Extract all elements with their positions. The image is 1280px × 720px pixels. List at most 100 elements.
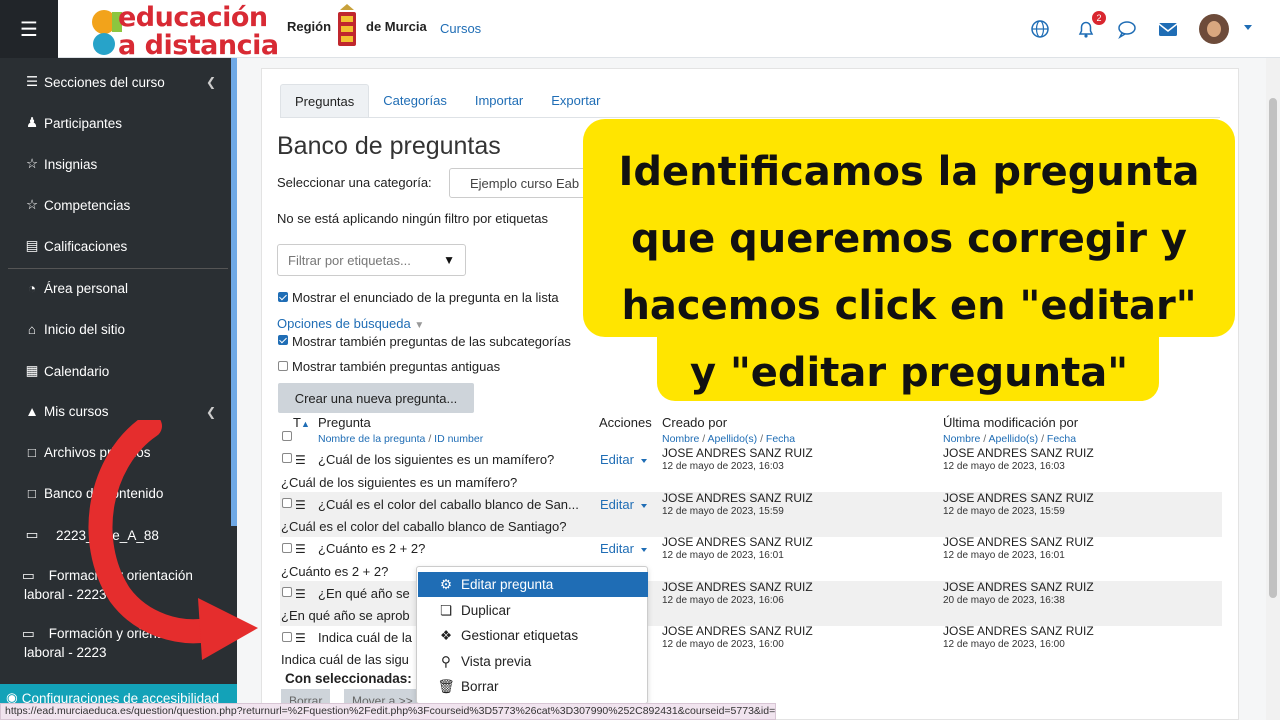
show-subcategories-checkbox[interactable] (278, 335, 288, 345)
calendar-icon: ▦ (25, 363, 39, 378)
sidebar-item-sections[interactable]: ☰ Secciones del curso (22, 74, 227, 90)
row-checkbox[interactable] (282, 453, 292, 463)
question-text: ¿Cuál de los siguientes es un mamífero? (281, 475, 518, 490)
badge-icon: ☆ (25, 156, 39, 171)
callout-line4: y "editar pregunta" (689, 350, 1129, 396)
sidebar-item-site-home[interactable]: ⌂ Inicio del sitio (22, 322, 227, 337)
menu-item-duplicate[interactable]: ❏ Duplicar (418, 598, 648, 623)
menu-item-delete[interactable]: 🗑 Borrar (418, 674, 648, 699)
chevron-left-icon[interactable]: ❮ (206, 405, 216, 419)
created-by[interactable]: JOSE ANDRES SANZ RUIZ (662, 535, 813, 549)
sidebar-item-dashboard[interactable]: ◔ Área personal (22, 281, 227, 296)
row-checkbox[interactable] (282, 543, 292, 553)
sidebar-item-course-1[interactable]: ▭ 2223_...ne_A_88 (22, 527, 227, 543)
top-navbar: ☰ educación a distancia Región de Murcia… (0, 0, 1280, 61)
created-on: 12 de mayo de 2023, 16:01 (662, 550, 784, 561)
sidebar-item-private-files[interactable]: □ Archivos privados (22, 445, 227, 460)
trash-icon: 🗑 (437, 678, 455, 694)
sidebar-item-course-2[interactable]: ▭ Formación y orientación laboral - 2223 (22, 566, 227, 604)
question-name: ¿Cuál es el color del caballo blanco de … (318, 497, 579, 512)
created-by[interactable]: JOSE ANDRES SANZ RUIZ (662, 446, 813, 460)
tab-export[interactable]: Exportar (537, 84, 614, 117)
question-text: Indica cuál de las sigu (281, 652, 409, 667)
mail-envelope-icon[interactable] (1157, 18, 1179, 40)
sidebar-item-content-bank[interactable]: □ Banco de contenido (22, 486, 227, 501)
sidebar-item-badges[interactable]: ☆ Insignias (22, 156, 227, 172)
sidebar-item-competencies[interactable]: ☆ Competencias (22, 197, 227, 213)
col-type-header[interactable]: T▲ (293, 415, 310, 430)
sidebar-scrollbar[interactable] (231, 58, 237, 526)
folder-icon: ▭ (25, 527, 39, 542)
modified-by[interactable]: JOSE ANDRES SANZ RUIZ (943, 491, 1094, 505)
logo-line2: a distancia (118, 30, 279, 61)
search-options-toggle[interactable]: Opciones de búsqueda ▼ (277, 316, 424, 331)
create-question-button[interactable]: Crear una nueva pregunta... (278, 383, 474, 413)
site-logo[interactable]: educación a distancia (90, 2, 280, 61)
hamburger-menu-icon[interactable]: ☰ (0, 0, 58, 58)
tab-categories[interactable]: Categorías (369, 84, 461, 117)
created-by[interactable]: JOSE ANDRES SANZ RUIZ (662, 624, 813, 638)
logo-line1: educación (118, 2, 268, 33)
sort-modified-links[interactable]: Nombre / Apellido(s) / Fecha (943, 433, 1076, 445)
tab-import[interactable]: Importar (461, 84, 537, 117)
language-globe-icon[interactable] (1029, 18, 1051, 40)
callout-line3: hacemos click en "editar" (621, 283, 1197, 329)
messages-chat-icon[interactable] (1116, 18, 1138, 40)
menu-item-manage-tags[interactable]: ❖ Gestionar etiquetas (418, 623, 648, 648)
sort-by-name-link[interactable]: Nombre de la pregunta / ID number (318, 433, 483, 445)
show-question-text-checkbox[interactable] (278, 292, 288, 302)
sidebar-item-grades[interactable]: ▤ Calificaciones (22, 238, 227, 254)
folder-icon: ▭ (22, 568, 35, 583)
sidebar-item-my-courses[interactable]: ▲ Mis cursos (22, 404, 227, 419)
gear-icon: ⚙ (439, 576, 453, 592)
edit-menu-button[interactable]: Editar (600, 497, 647, 512)
question-name: Indica cuál de la (318, 630, 412, 645)
clipboard-icon: □ (27, 486, 37, 501)
menu-item-edit-question[interactable]: ⚙ Editar pregunta (418, 572, 648, 597)
sidebar-divider (8, 268, 228, 269)
created-on: 12 de mayo de 2023, 16:03 (662, 461, 784, 472)
menu-item-preview[interactable]: ⚲ Vista previa (418, 649, 648, 674)
tag-filter-select[interactable]: Filtrar por etiquetas... ▼ (277, 244, 466, 276)
multichoice-icon: ☰ (295, 631, 306, 645)
folder-icon: ▭ (22, 626, 35, 641)
question-text: ¿Cuál es el color del caballo blanco de … (281, 519, 567, 534)
question-name: ¿En qué año se (318, 586, 410, 601)
created-by[interactable]: JOSE ANDRES SANZ RUIZ (662, 491, 813, 505)
created-on: 12 de mayo de 2023, 15:59 (662, 506, 784, 517)
tab-questions[interactable]: Preguntas (280, 84, 370, 117)
show-subcategories-label: Mostrar también preguntas de las subcate… (292, 334, 571, 349)
modified-on: 12 de mayo de 2023, 16:01 (943, 550, 1065, 561)
modified-by[interactable]: JOSE ANDRES SANZ RUIZ (943, 624, 1094, 638)
sort-created-links[interactable]: Nombre / Apellido(s) / Fecha (662, 433, 795, 445)
page-scrollbar[interactable] (1266, 58, 1280, 720)
category-select[interactable]: Ejemplo curso Eab (449, 168, 589, 198)
created-by[interactable]: JOSE ANDRES SANZ RUIZ (662, 580, 813, 594)
col-modified-header: Última modificación por (943, 415, 1079, 430)
file-icon: □ (27, 445, 37, 460)
star-icon: ☆ (25, 197, 39, 212)
region-label-left: Región (287, 19, 332, 34)
sidebar-item-course-3[interactable]: ▭ Formación y orientación laboral - 2223 (22, 624, 227, 662)
row-checkbox[interactable] (282, 632, 292, 642)
modified-on: 20 de mayo de 2023, 16:38 (943, 595, 1065, 606)
select-all-checkbox[interactable] (282, 431, 292, 441)
home-icon: ⌂ (27, 322, 37, 337)
user-avatar[interactable] (1199, 14, 1229, 44)
question-text: ¿En qué año se aprob (281, 608, 410, 623)
modified-by[interactable]: JOSE ANDRES SANZ RUIZ (943, 535, 1094, 549)
sidebar-item-calendar[interactable]: ▦ Calendario (22, 363, 227, 379)
modified-by[interactable]: JOSE ANDRES SANZ RUIZ (943, 580, 1094, 594)
edit-menu-button[interactable]: Editar (600, 541, 647, 556)
sidebar-item-participants[interactable]: ♟ Participantes (22, 115, 227, 131)
user-menu-chevron-down-icon[interactable] (1244, 25, 1252, 30)
row-checkbox[interactable] (282, 587, 292, 597)
row-checkbox[interactable] (282, 498, 292, 508)
col-actions-header: Acciones (599, 415, 652, 430)
courses-link[interactable]: Cursos (440, 21, 481, 36)
modified-by[interactable]: JOSE ANDRES SANZ RUIZ (943, 446, 1094, 460)
dashboard-gauge-icon: ◔ (27, 281, 37, 296)
edit-menu-button[interactable]: Editar (600, 452, 647, 467)
show-old-checkbox[interactable] (278, 361, 288, 371)
chevron-left-icon[interactable]: ❮ (206, 75, 216, 89)
